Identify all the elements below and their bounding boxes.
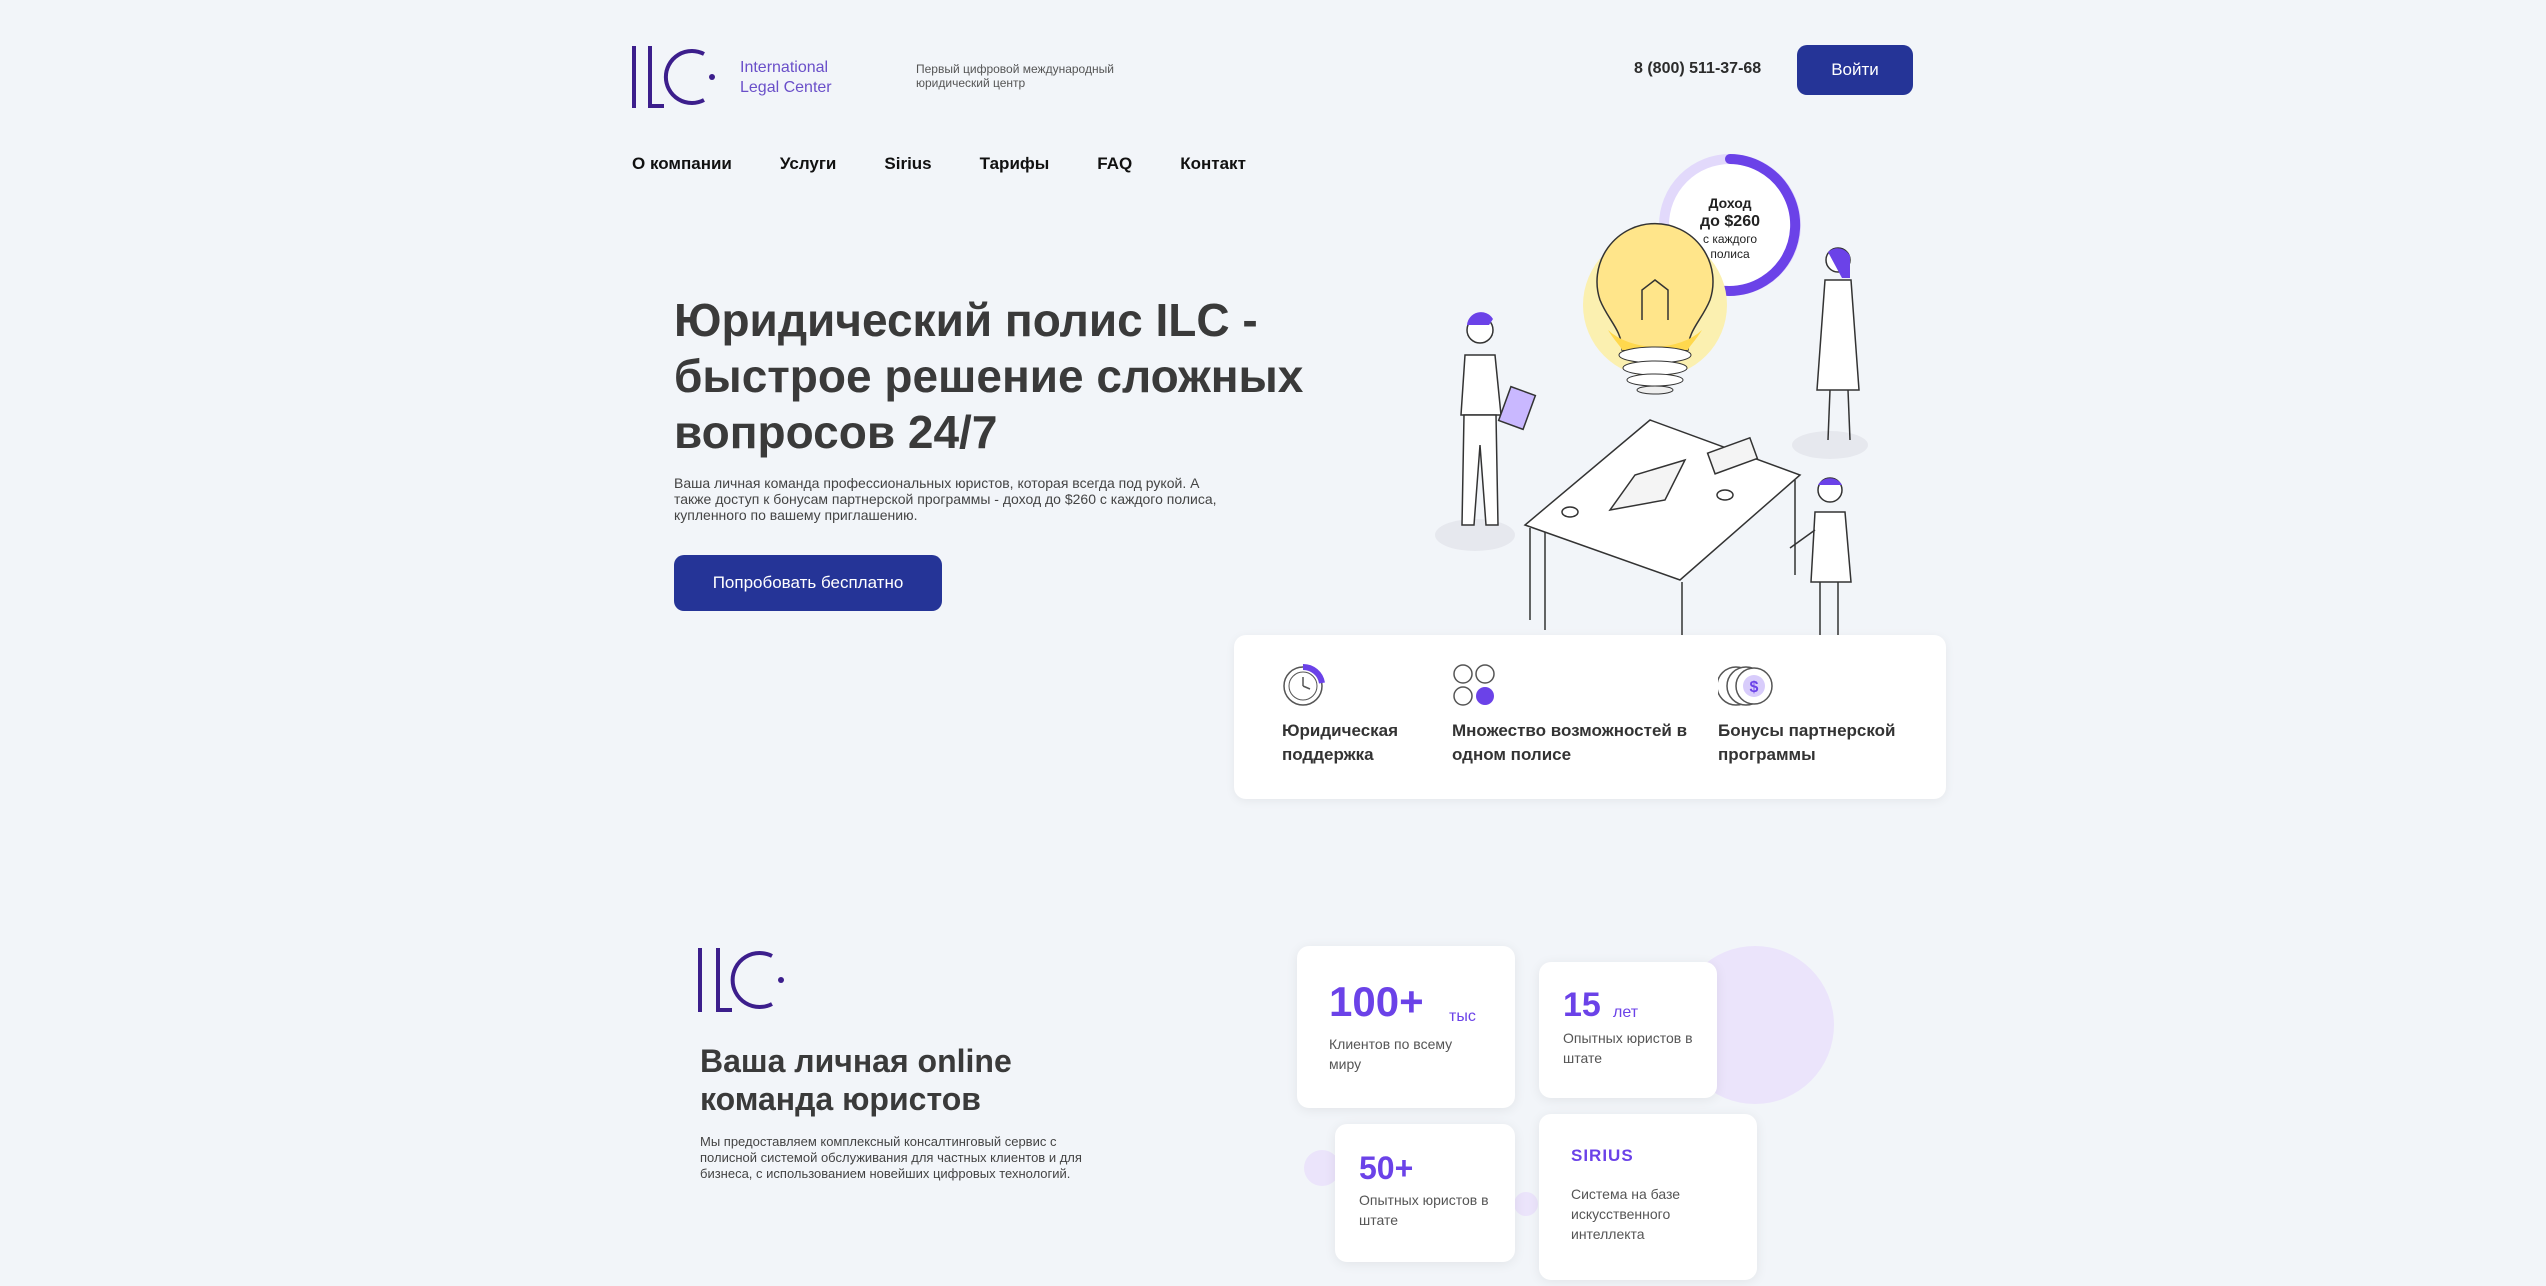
badge-line1: Доход bbox=[1708, 195, 1751, 211]
nav-item-sirius[interactable]: Sirius bbox=[884, 154, 931, 174]
tagline: Первый цифровой международный юридически… bbox=[916, 62, 1114, 90]
nav-item-about[interactable]: О компании bbox=[632, 154, 732, 174]
stat-number: 50+ bbox=[1359, 1150, 1414, 1186]
desk bbox=[1523, 419, 1802, 640]
svg-text:$: $ bbox=[1750, 679, 1759, 696]
ilc-logo-icon[interactable] bbox=[630, 44, 716, 110]
stat-desc: Опытных юристов в штате bbox=[1359, 1192, 1489, 1228]
person-bottom bbox=[1789, 477, 1852, 640]
stat-card-sirius: SIRIUS Система на базе искусственного ин… bbox=[1539, 1114, 1757, 1280]
decor-blob bbox=[1514, 1192, 1538, 1216]
clock-icon bbox=[1283, 663, 1325, 706]
stat-number: 100+ bbox=[1329, 978, 1424, 1025]
feature-label: Юридическая поддержка bbox=[1282, 721, 1399, 764]
feature-legal-support: Юридическая поддержка bbox=[1282, 663, 1412, 767]
dollar-coin-icon: $ bbox=[1718, 666, 1773, 706]
badge-line2: до $260 bbox=[1700, 213, 1760, 230]
feature-many-options: Множество возможностей в одном полисе bbox=[1452, 663, 1692, 767]
about-text: Мы предоставляем комплексный консалтинго… bbox=[700, 1134, 1082, 1181]
stat-number: SIRIUS bbox=[1571, 1146, 1634, 1165]
stat-desc: Опытных юристов в штате bbox=[1563, 1030, 1693, 1066]
feature-label: Множество возможностей в одном полисе bbox=[1452, 721, 1688, 764]
nav-item-contact[interactable]: Контакт bbox=[1180, 154, 1246, 174]
nav-item-faq[interactable]: FAQ bbox=[1097, 154, 1132, 174]
stat-desc: Система на базе искусственного интеллект… bbox=[1571, 1186, 1681, 1242]
feature-partner-bonus: $ Бонусы партнерской программы bbox=[1718, 663, 1918, 767]
grid-icon bbox=[1453, 664, 1495, 706]
ilc-logo-icon bbox=[698, 948, 784, 1012]
logo-text: International Legal Center bbox=[740, 58, 832, 98]
feature-label: Бонусы партнерской программы bbox=[1718, 721, 1896, 764]
nav-item-pricing[interactable]: Тарифы bbox=[980, 154, 1050, 174]
login-button[interactable]: Войти bbox=[1797, 45, 1913, 95]
logo-text-line1: International bbox=[740, 59, 829, 76]
nav-item-services[interactable]: Услуги bbox=[780, 154, 837, 174]
person-left bbox=[1435, 312, 1537, 551]
person-woman bbox=[1792, 247, 1868, 459]
try-free-button[interactable]: Попробовать бесплатно bbox=[674, 555, 942, 611]
badge-line4: полиса bbox=[1710, 247, 1750, 261]
logo-text-line2: Legal Center bbox=[740, 79, 832, 96]
about-title: Ваша личная online команда юристов bbox=[700, 1043, 1012, 1117]
hero-title: Юридический полис ILC - быстрое решение … bbox=[674, 294, 1304, 458]
stat-card-years: 15 лет Опытных юристов в штате bbox=[1539, 962, 1717, 1098]
features-card: Юридическая поддержка Множество возможно… bbox=[1234, 635, 1946, 799]
hero-subtitle: Ваша личная команда профессиональных юри… bbox=[674, 475, 1217, 523]
stat-number: 15 bbox=[1563, 986, 1601, 1024]
badge-line3: с каждого bbox=[1703, 232, 1757, 246]
stat-unit: лет bbox=[1613, 1004, 1639, 1021]
stat-card-lawyers: 50+ Опытных юристов в штате bbox=[1335, 1124, 1515, 1262]
stat-desc: Клиентов по всему миру bbox=[1329, 1036, 1453, 1072]
phone-number[interactable]: 8 (800) 511-37-68 bbox=[1634, 60, 1761, 78]
stat-unit: тыс bbox=[1449, 1008, 1476, 1025]
stat-card-clients: 100+ тыс Клиентов по всему миру bbox=[1297, 946, 1515, 1108]
hero-illustration: Доход до $260 с каждого полиса bbox=[1435, 154, 1868, 640]
main-nav: О компании Услуги Sirius Тарифы FAQ Конт… bbox=[632, 154, 1246, 174]
